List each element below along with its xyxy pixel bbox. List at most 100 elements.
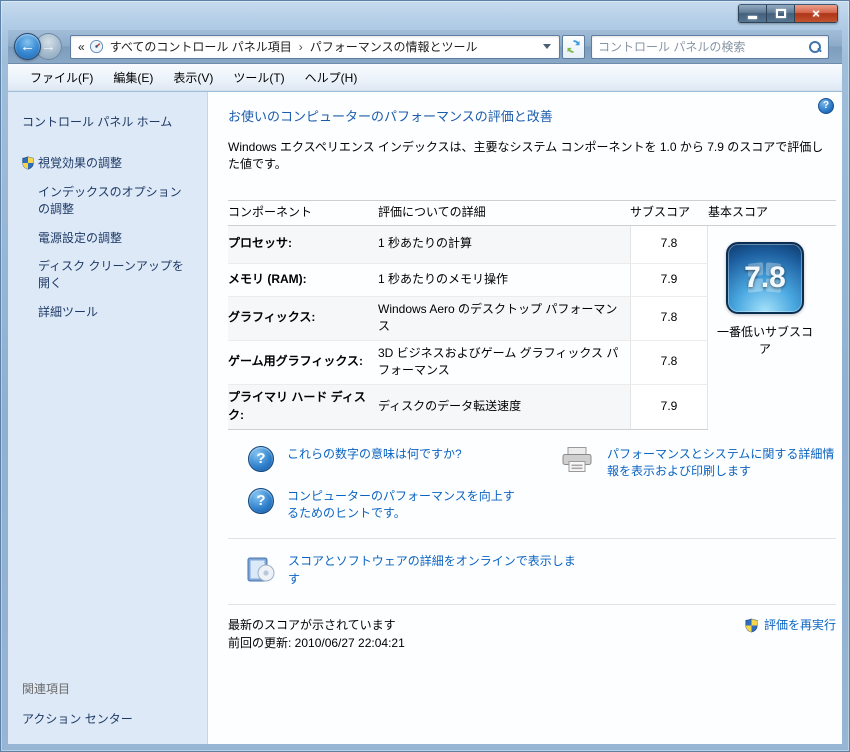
refresh-button[interactable] — [562, 34, 585, 59]
breadcrumb-overflow-chevron[interactable]: « — [74, 40, 89, 54]
column-header-detail: 評価についての詳細 — [378, 204, 486, 219]
navigation-bar: ← → « すべてのコントロール パネル項目 › パフォーマンスの情報とツール — [8, 30, 842, 64]
table-row: プライマリ ハード ディスク: ディスクのデータ転送速度 7.9 — [228, 384, 708, 430]
breadcrumb-item-performance-tools[interactable]: パフォーマンスの情報とツール — [304, 36, 484, 58]
sidebar-item-open-disk-cleanup[interactable]: ディスク クリーンアップを開く — [22, 258, 190, 293]
component-detail: Windows Aero のデスクトップ パフォーマンス — [378, 301, 618, 334]
component-label: メモリ (RAM): — [228, 271, 307, 286]
table-row: メモリ (RAM): 1 秒あたりのメモリ操作 7.9 — [228, 263, 708, 297]
back-button[interactable]: ← — [14, 33, 41, 60]
printer-icon — [560, 446, 594, 474]
menu-edit[interactable]: 編集(E) — [103, 64, 163, 90]
intro-text: Windows エクスペリエンス インデックスは、主要なシステム コンポーネント… — [228, 139, 824, 172]
minimize-button[interactable] — [739, 5, 767, 22]
link-label: スコアとソフトウェアの詳細をオンラインで表示します — [288, 554, 576, 586]
base-score-badge: 7.8 — [726, 241, 804, 314]
component-detail: ディスクのデータ転送速度 — [378, 398, 522, 413]
software-box-icon — [244, 553, 276, 585]
status-text: 最新のスコアが示されています 前回の更新: 2010/06/27 22:04:2… — [228, 617, 405, 652]
content-area: コントロール パネル ホーム 視覚効果の調整 インデックスのオプションの調整 電… — [8, 92, 842, 744]
component-label: プロセッサ: — [228, 236, 292, 251]
link-label: これらの数字の意味は何ですか? — [287, 446, 462, 461]
search-input[interactable] — [598, 39, 808, 54]
status-line-updated: 前回の更新: 2010/06/27 22:04:21 — [228, 635, 405, 650]
maximize-button[interactable] — [767, 5, 795, 22]
component-detail: 1 秒あたりのメモリ操作 — [378, 271, 509, 286]
link-view-scores-online[interactable]: スコアとソフトウェアの詳細をオンラインで表示します — [244, 553, 836, 588]
menu-file[interactable]: ファイル(F) — [20, 64, 103, 90]
help-button[interactable]: ? — [818, 98, 834, 114]
sidebar-item-adjust-power-settings[interactable]: 電源設定の調整 — [22, 230, 190, 247]
rerun-assessment-link[interactable]: 評価を再実行 — [744, 617, 836, 634]
link-what-do-numbers-mean[interactable]: ? これらの数字の意味は何ですか? — [248, 445, 560, 472]
score-table-left: コンポーネント 評価についての詳細 サブスコア プロセッサ: 1 秒あたりの計算… — [228, 199, 708, 430]
search-box — [591, 34, 829, 59]
main-pane: ? お使いのコンピューターのパフォーマンスの評価と改善 Windows エクスペ… — [208, 92, 842, 744]
sidebar-item-adjust-visual-effects[interactable]: 視覚効果の調整 — [22, 155, 190, 172]
sidebar-item-adjust-indexing-options[interactable]: インデックスのオプションの調整 — [22, 184, 190, 219]
table-row: プロセッサ: 1 秒あたりの計算 7.8 — [228, 225, 708, 264]
base-score-caption: 一番低いサブスコア — [717, 324, 814, 357]
related-items-header: 関連項目 — [22, 682, 71, 697]
table-header-row: コンポーネント 評価についての詳細 サブスコア — [228, 199, 708, 226]
table-row: ゲーム用グラフィックス: 3D ビジネスおよびゲーム グラフィックス パフォーマ… — [228, 340, 708, 385]
column-header-base-score: 基本スコア — [708, 199, 836, 226]
help-question-icon: ? — [822, 99, 830, 111]
breadcrumb-app-icon[interactable] — [89, 39, 104, 54]
table-row: グラフィックス: Windows Aero のデスクトップ パフォーマンス 7.… — [228, 296, 708, 341]
base-score-value: 7.8 — [744, 260, 786, 294]
column-header-component: コンポーネント — [228, 204, 313, 219]
close-button[interactable]: × — [795, 5, 837, 22]
base-score-area: 7.8 一番低いサブスコア — [708, 226, 836, 359]
page-title: お使いのコンピューターのパフォーマンスの評価と改善 — [228, 109, 553, 124]
client-area: ← → « すべてのコントロール パネル項目 › パフォーマンスの情報とツール — [8, 30, 842, 744]
refresh-icon — [566, 39, 581, 54]
link-label: コンピューターのパフォーマンスを向上するためのヒントです。 — [287, 488, 515, 521]
sidebar-item-action-center[interactable]: アクション センター — [22, 711, 197, 728]
menu-help[interactable]: ヘルプ(H) — [295, 64, 368, 90]
component-label: グラフィックス: — [228, 310, 316, 325]
component-label: ゲーム用グラフィックス: — [228, 354, 364, 369]
subscore-value: 7.8 — [630, 340, 708, 384]
footer-row: 最新のスコアが示されています 前回の更新: 2010/06/27 22:04:2… — [228, 617, 836, 652]
breadcrumb-item-all-control-panel-items[interactable]: すべてのコントロール パネル項目 — [104, 36, 298, 58]
link-performance-tips[interactable]: ? コンピューターのパフォーマンスを向上するためのヒントです。 — [248, 487, 560, 523]
question-icon: ? — [248, 487, 274, 514]
component-label: プライマリ ハード ディスク: — [228, 390, 366, 422]
score-table: コンポーネント 評価についての詳細 サブスコア プロセッサ: 1 秒あたりの計算… — [228, 199, 836, 430]
search-icon[interactable] — [808, 40, 822, 54]
close-icon: × — [812, 6, 820, 21]
back-arrow-icon: ← — [20, 38, 35, 55]
uac-shield-icon — [21, 156, 35, 170]
subscore-value: 7.9 — [630, 263, 708, 296]
window: × ← → « すべてのコントロール パネル項目 › パフォーマンスの情報とツー… — [0, 0, 850, 752]
sidebar: コントロール パネル ホーム 視覚効果の調整 インデックスのオプションの調整 電… — [8, 92, 208, 744]
minimize-icon — [748, 16, 757, 19]
separator — [228, 538, 836, 540]
sidebar-item-label: 視覚効果の調整 — [38, 156, 123, 171]
base-score-column: 基本スコア 7.8 一番低いサブスコア — [708, 199, 836, 430]
caption-buttons: × — [738, 4, 838, 23]
help-links-row: ? これらの数字の意味は何ですか? ? コンピューターのパフォーマンスを向上する… — [248, 445, 836, 523]
link-view-print-details[interactable]: パフォーマンスとシステムに関する詳細情報を表示および印刷します — [560, 446, 836, 523]
separator — [228, 604, 836, 606]
menu-tools[interactable]: ツール(T) — [223, 64, 294, 90]
status-line-current: 最新のスコアが示されています — [228, 618, 396, 633]
maximize-icon — [775, 9, 786, 18]
link-label: パフォーマンスとシステムに関する詳細情報を表示および印刷します — [607, 446, 835, 479]
breadcrumb: « すべてのコントロール パネル項目 › パフォーマンスの情報とツール — [70, 34, 560, 59]
subscore-value: 7.9 — [630, 384, 708, 429]
menu-bar: ファイル(F) 編集(E) 表示(V) ツール(T) ヘルプ(H) — [8, 64, 842, 91]
forward-arrow-icon: → — [41, 38, 56, 55]
menu-view[interactable]: 表示(V) — [163, 64, 223, 90]
address-dropdown-button[interactable] — [538, 36, 556, 58]
component-detail: 3D ビジネスおよびゲーム グラフィックス パフォーマンス — [378, 345, 619, 378]
uac-shield-icon — [744, 618, 759, 633]
subscore-value: 7.8 — [630, 296, 708, 340]
question-icon: ? — [248, 445, 274, 472]
chevron-down-icon — [543, 44, 551, 49]
sidebar-item-control-panel-home[interactable]: コントロール パネル ホーム — [22, 114, 197, 131]
column-header-subscore: サブスコア — [630, 204, 691, 219]
sidebar-item-advanced-tools[interactable]: 詳細ツール — [22, 304, 190, 321]
